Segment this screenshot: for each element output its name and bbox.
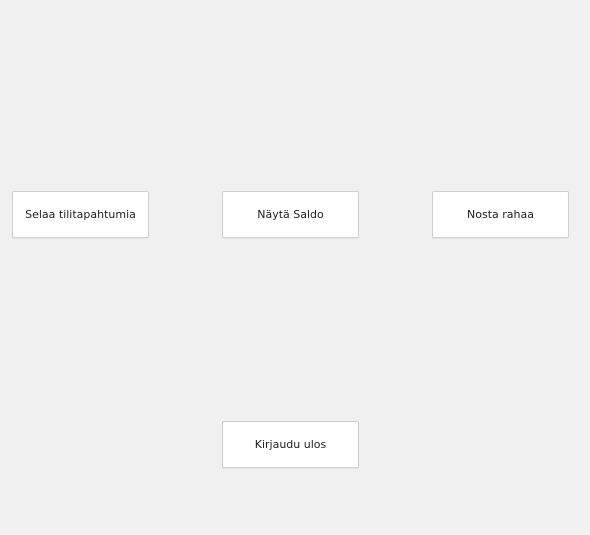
- withdraw-money-button[interactable]: Nosta rahaa: [432, 191, 569, 238]
- logout-button[interactable]: Kirjaudu ulos: [222, 421, 359, 468]
- browse-transactions-label: Selaa tilitapahtumia: [25, 208, 136, 221]
- logout-label: Kirjaudu ulos: [254, 438, 327, 451]
- show-balance-label: Näytä Saldo: [257, 208, 324, 221]
- show-balance-button[interactable]: Näytä Saldo: [222, 191, 359, 238]
- withdraw-money-label: Nosta rahaa: [467, 208, 534, 221]
- browse-transactions-button[interactable]: Selaa tilitapahtumia: [12, 191, 149, 238]
- atm-main-menu-window: Selaa tilitapahtumia Näytä Saldo Nosta r…: [0, 0, 590, 535]
